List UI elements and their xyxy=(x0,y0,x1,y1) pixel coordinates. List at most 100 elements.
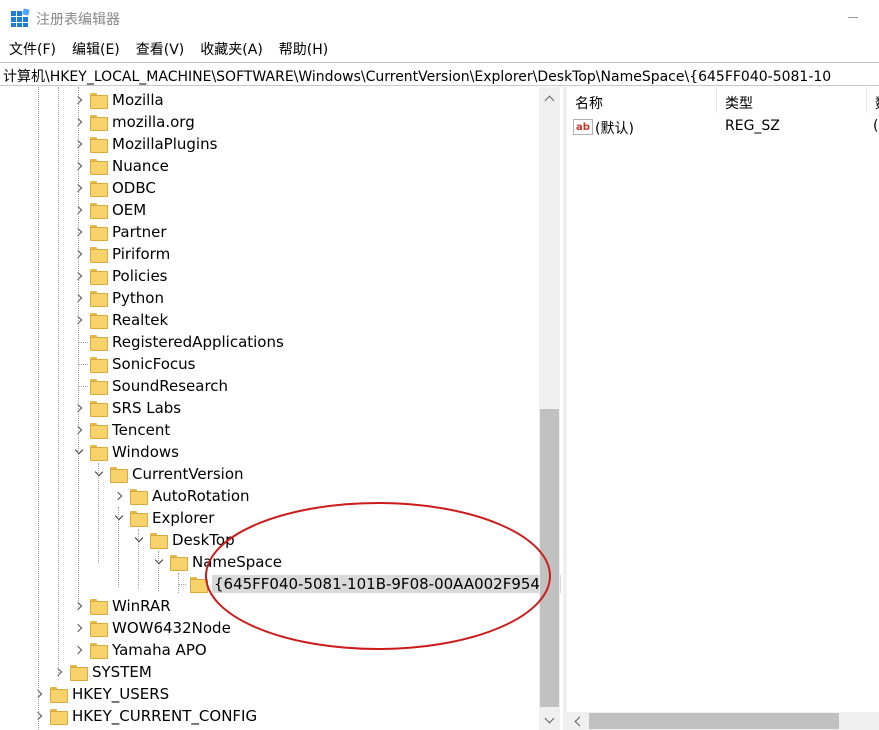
expand-chevron-down-icon[interactable] xyxy=(112,511,126,525)
address-bar[interactable]: 计算机\HKEY_LOCAL_MACHINE\SOFTWARE\Windows\… xyxy=(0,62,879,86)
folder-icon xyxy=(90,379,108,395)
tree-node[interactable]: Mozilla xyxy=(72,89,164,111)
tree-node-label: HKEY_CURRENT_CONFIG xyxy=(72,707,258,725)
expand-chevron-right-icon[interactable] xyxy=(112,489,126,503)
tree-node-label: Nuance xyxy=(112,157,169,175)
tree-node[interactable]: HKEY_USERS xyxy=(32,683,169,705)
expand-chevron-right-icon[interactable] xyxy=(72,225,86,239)
tree-node-label: NameSpace xyxy=(192,553,282,571)
tree-node-label: Yamaha APO xyxy=(112,641,207,659)
expand-chevron-right-icon[interactable] xyxy=(72,291,86,305)
tree-node[interactable]: Realtek xyxy=(72,309,168,331)
expand-chevron-right-icon[interactable] xyxy=(72,137,86,151)
column-header-data[interactable]: 数 xyxy=(867,87,879,113)
expand-chevron-right-icon[interactable] xyxy=(72,269,86,283)
menu-help[interactable]: 帮助(H) xyxy=(278,38,329,60)
folder-icon xyxy=(90,445,108,461)
tree-node[interactable]: Nuance xyxy=(72,155,169,177)
tree-node[interactable]: SoundResearch xyxy=(72,375,228,397)
tree-guide-line xyxy=(58,87,59,677)
tree-node[interactable]: SRS Labs xyxy=(72,397,181,419)
expand-chevron-down-icon[interactable] xyxy=(92,467,106,481)
tree-node-label: Realtek xyxy=(112,311,169,329)
menu-view[interactable]: 查看(V) xyxy=(135,38,186,60)
tree-node[interactable]: MozillaPlugins xyxy=(72,133,217,155)
tree-node[interactable]: WinRAR xyxy=(72,595,171,617)
tree-node-label: mozilla.org xyxy=(112,113,195,131)
expand-chevron-right-icon[interactable] xyxy=(32,687,46,701)
tree-node-label: SYSTEM xyxy=(92,663,152,681)
minimize-button[interactable] xyxy=(835,0,879,36)
folder-icon xyxy=(90,313,108,329)
tree-guide-line xyxy=(98,463,99,563)
tree-node[interactable]: ODBC xyxy=(72,177,156,199)
tree-node[interactable]: HKEY_CURRENT_CONFIG xyxy=(32,705,257,727)
value-row[interactable]: ab (默认) REG_SZ ( xyxy=(567,115,879,137)
menu-favorites[interactable]: 收藏夹(A) xyxy=(199,38,264,60)
tree-node[interactable]: mozilla.org xyxy=(72,111,195,133)
horizontal-scroll-thumb[interactable] xyxy=(589,713,839,729)
column-header-name[interactable]: 名称 xyxy=(567,87,717,113)
tree-node[interactable]: DeskTop xyxy=(132,529,235,551)
scroll-left-arrow-icon[interactable] xyxy=(567,712,587,730)
expand-chevron-right-icon[interactable] xyxy=(72,247,86,261)
tree-node[interactable]: OEM xyxy=(72,199,146,221)
values-horizontal-scrollbar[interactable] xyxy=(567,712,879,730)
expand-chevron-right-icon[interactable] xyxy=(52,665,66,679)
expand-chevron-right-icon[interactable] xyxy=(72,181,86,195)
menu-file[interactable]: 文件(F) xyxy=(8,38,57,60)
tree-guide-line xyxy=(158,551,159,591)
tree-node[interactable]: Windows xyxy=(72,441,179,463)
expand-chevron-right-icon[interactable] xyxy=(72,643,86,657)
expand-chevron-right-icon[interactable] xyxy=(72,621,86,635)
expand-chevron-right-icon[interactable] xyxy=(72,159,86,173)
tree-node[interactable]: WOW6432Node xyxy=(72,617,231,639)
scroll-down-arrow-icon[interactable] xyxy=(539,710,560,730)
expand-chevron-right-icon[interactable] xyxy=(72,313,86,327)
expand-chevron-down-icon[interactable] xyxy=(152,555,166,569)
tree-guide-line xyxy=(178,584,186,585)
tree-node[interactable]: Yamaha APO xyxy=(72,639,207,661)
expand-chevron-right-icon[interactable] xyxy=(72,115,86,129)
expand-chevron-right-icon[interactable] xyxy=(72,203,86,217)
expand-chevron-right-icon[interactable] xyxy=(32,709,46,723)
tree-node[interactable]: NameSpace xyxy=(152,551,282,573)
scroll-up-arrow-icon[interactable] xyxy=(539,87,560,109)
tree-node[interactable]: Policies xyxy=(72,265,167,287)
tree-node[interactable]: CurrentVersion xyxy=(92,463,244,485)
folder-icon xyxy=(90,225,108,241)
tree-node[interactable]: Piriform xyxy=(72,243,170,265)
tree-node[interactable]: AutoRotation xyxy=(112,485,250,507)
tree-node[interactable]: SYSTEM xyxy=(52,661,152,683)
tree-node-label: Partner xyxy=(112,223,167,241)
folder-icon xyxy=(110,467,128,483)
folder-icon xyxy=(90,93,108,109)
expand-chevron-right-icon[interactable] xyxy=(72,423,86,437)
expand-chevron-down-icon[interactable] xyxy=(72,445,86,459)
tree-guide-line xyxy=(78,342,88,343)
tree-node-label: WOW6432Node xyxy=(112,619,231,637)
tree-node[interactable]: Tencent xyxy=(72,419,170,441)
expand-chevron-down-icon[interactable] xyxy=(132,533,146,547)
column-header-type[interactable]: 类型 xyxy=(717,87,867,113)
tree-guide-line xyxy=(138,529,139,589)
expand-chevron-right-icon[interactable] xyxy=(72,93,86,107)
folder-icon xyxy=(90,643,108,659)
expand-chevron-right-icon[interactable] xyxy=(72,401,86,415)
title-bar: 注册表编辑器 xyxy=(0,0,879,36)
tree-vertical-scrollbar[interactable] xyxy=(539,87,560,730)
tree-node[interactable]: Explorer xyxy=(112,507,214,529)
menu-edit[interactable]: 编辑(E) xyxy=(71,38,121,60)
tree-node[interactable]: RegisteredApplications xyxy=(72,331,284,353)
folder-icon xyxy=(50,709,68,725)
folder-icon xyxy=(90,247,108,263)
tree-node[interactable]: {645FF040-5081-101B-9F08-00AA002F954E} xyxy=(172,573,561,595)
value-type: REG_SZ xyxy=(725,118,780,134)
tree-guide-line xyxy=(78,386,88,387)
folder-icon xyxy=(130,511,148,527)
tree-node[interactable]: SonicFocus xyxy=(72,353,195,375)
tree-node[interactable]: Partner xyxy=(72,221,167,243)
expand-chevron-right-icon[interactable] xyxy=(72,599,86,613)
scroll-thumb[interactable] xyxy=(540,409,559,707)
tree-node[interactable]: Python xyxy=(72,287,164,309)
